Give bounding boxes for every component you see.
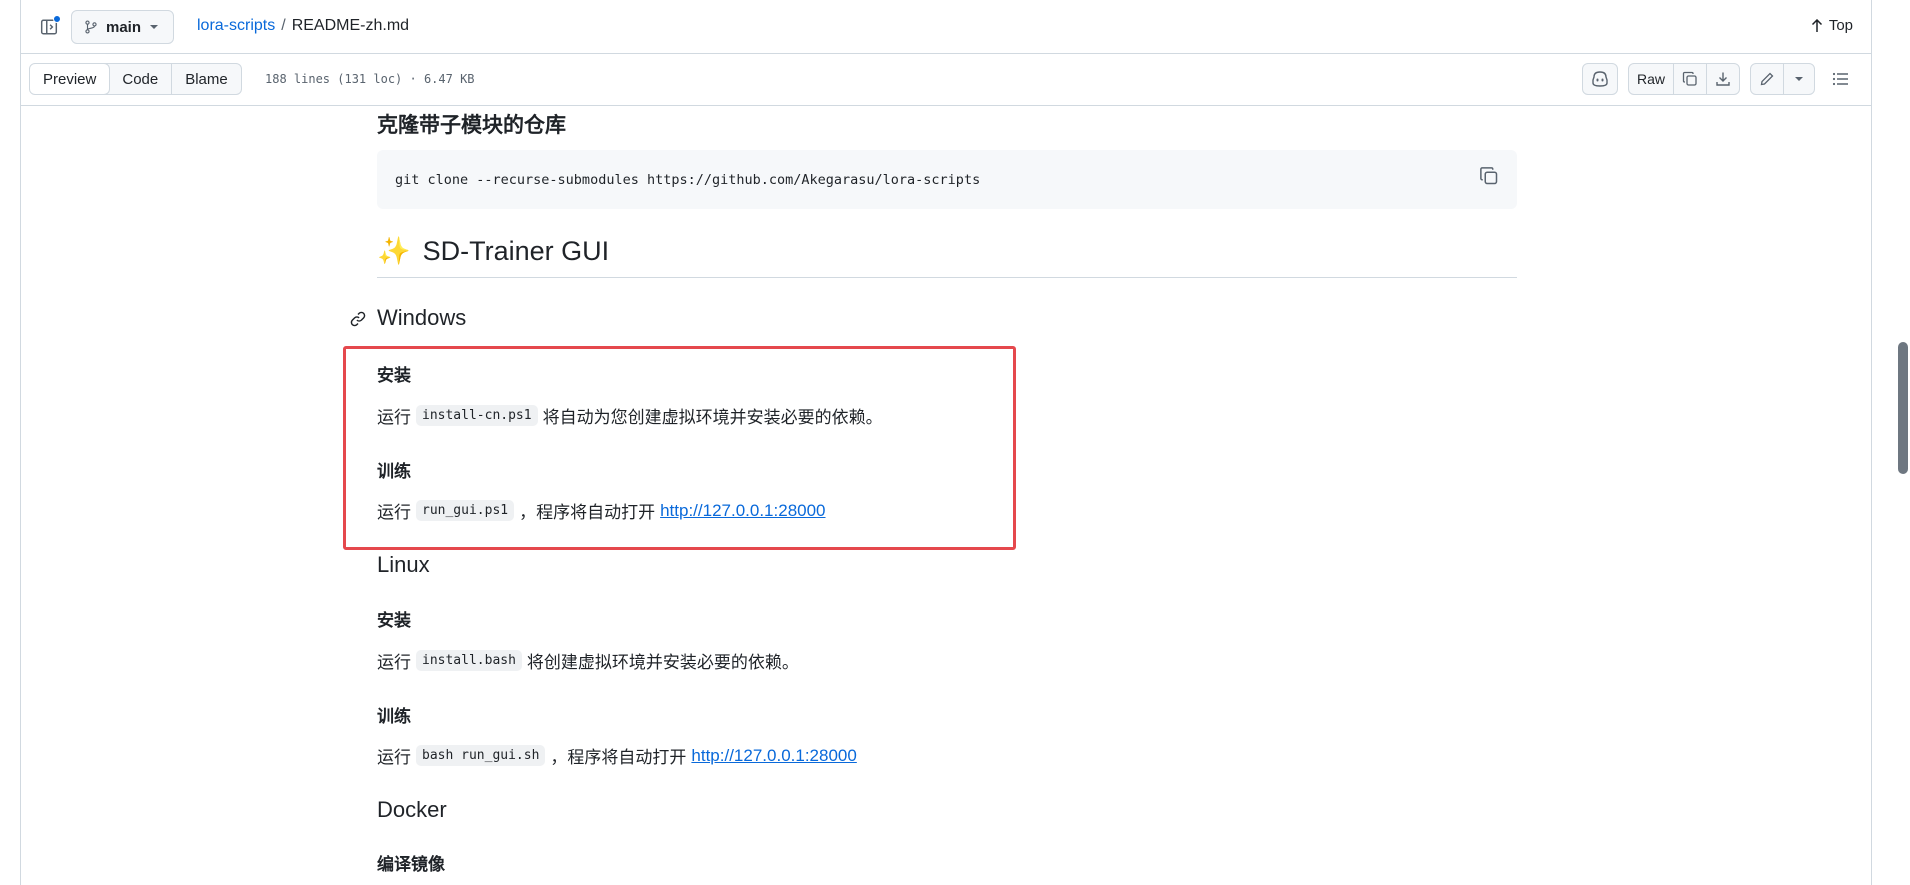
tab-blame[interactable]: Blame: [172, 64, 241, 94]
arrow-up-icon: [1811, 18, 1822, 32]
edit-group: [1750, 63, 1815, 95]
branch-icon: [85, 20, 97, 34]
breadcrumb-repo-link[interactable]: lora-scripts: [197, 17, 275, 35]
list-icon: [1832, 72, 1848, 86]
breadcrumb-separator: /: [281, 17, 286, 34]
linux-install-line: 运行 install.bash 将创建虚拟环境并安装必要的依赖。: [377, 648, 799, 673]
link-icon[interactable]: [349, 310, 367, 328]
clone-heading: 克隆带子模块的仓库: [377, 114, 566, 137]
notification-dot: [53, 15, 61, 23]
train-description: ，程序将自动打开: [550, 748, 687, 767]
linux-install-heading: 安装: [377, 611, 411, 630]
scrollbar-thumb[interactable]: [1898, 342, 1908, 474]
run-label: 运行: [377, 748, 411, 767]
download-button[interactable]: [1706, 63, 1740, 95]
sidebar-toggle-button[interactable]: [35, 13, 63, 41]
raw-copy-download-group: Raw: [1628, 63, 1740, 95]
pencil-icon: [1760, 72, 1774, 86]
caret-down-icon: [1795, 77, 1803, 81]
breadcrumb: lora-scripts / README-zh.md: [197, 17, 409, 35]
copilot-icon: [1592, 71, 1608, 87]
gui-heading-text: SD-Trainer GUI: [422, 235, 610, 266]
edit-menu-button[interactable]: [1783, 63, 1815, 95]
file-header: main lora-scripts / README-zh.md Top: [21, 0, 1871, 54]
caret-down-icon: [150, 25, 159, 29]
file-actions: Raw: [1582, 63, 1857, 95]
copy-icon[interactable]: [1479, 166, 1499, 186]
linux-train-heading: 训练: [377, 707, 411, 726]
install-description: 将创建虚拟环境并安装必要的依赖。: [526, 653, 799, 672]
breadcrumb-file-name: README-zh.md: [291, 17, 410, 34]
top-button[interactable]: Top: [1811, 17, 1853, 34]
branch-name: main: [106, 18, 142, 36]
clone-code-block: git clone --recurse-submodules https://g…: [377, 150, 1517, 209]
gui-script-code: bash run_gui.sh: [416, 745, 546, 766]
outline-button[interactable]: [1825, 63, 1857, 95]
branch-selector[interactable]: main: [71, 10, 175, 44]
highlight-box: [343, 346, 1016, 550]
file-meta: 188 lines (131 loc) · 6.47 KB: [265, 72, 475, 86]
view-mode-tabs: Preview Code Blame: [29, 63, 242, 95]
docker-heading: Docker: [377, 797, 447, 822]
gui-heading: ✨ SD-Trainer GUI: [377, 235, 1517, 278]
linux-heading: Linux: [377, 552, 430, 577]
file-toolbar: Preview Code Blame 188 lines (131 loc) ·…: [21, 54, 1871, 106]
download-icon: [1716, 72, 1730, 86]
docker-build-heading: 编译镜像: [377, 855, 445, 874]
install-script-code: install.bash: [416, 650, 522, 671]
copilot-button[interactable]: [1582, 63, 1618, 95]
linux-train-line: 运行 bash run_gui.sh ，程序将自动打开 http://127.0…: [377, 743, 857, 768]
run-label: 运行: [377, 653, 411, 672]
tab-code[interactable]: Code: [109, 64, 173, 94]
windows-heading-row: Windows: [350, 305, 467, 331]
file-view: main lora-scripts / README-zh.md Top Pre…: [20, 0, 1872, 885]
sparkles-icon: ✨: [377, 236, 411, 266]
copy-icon: [1682, 71, 1697, 86]
clone-command: git clone --recurse-submodules https://g…: [395, 172, 981, 188]
windows-heading: Windows: [377, 305, 467, 330]
copy-raw-button[interactable]: [1673, 63, 1707, 95]
local-gui-link[interactable]: http://127.0.0.1:28000: [691, 746, 856, 766]
edit-button[interactable]: [1750, 63, 1784, 95]
tab-preview[interactable]: Preview: [29, 64, 111, 94]
raw-button[interactable]: Raw: [1628, 63, 1674, 95]
top-label: Top: [1828, 17, 1853, 34]
